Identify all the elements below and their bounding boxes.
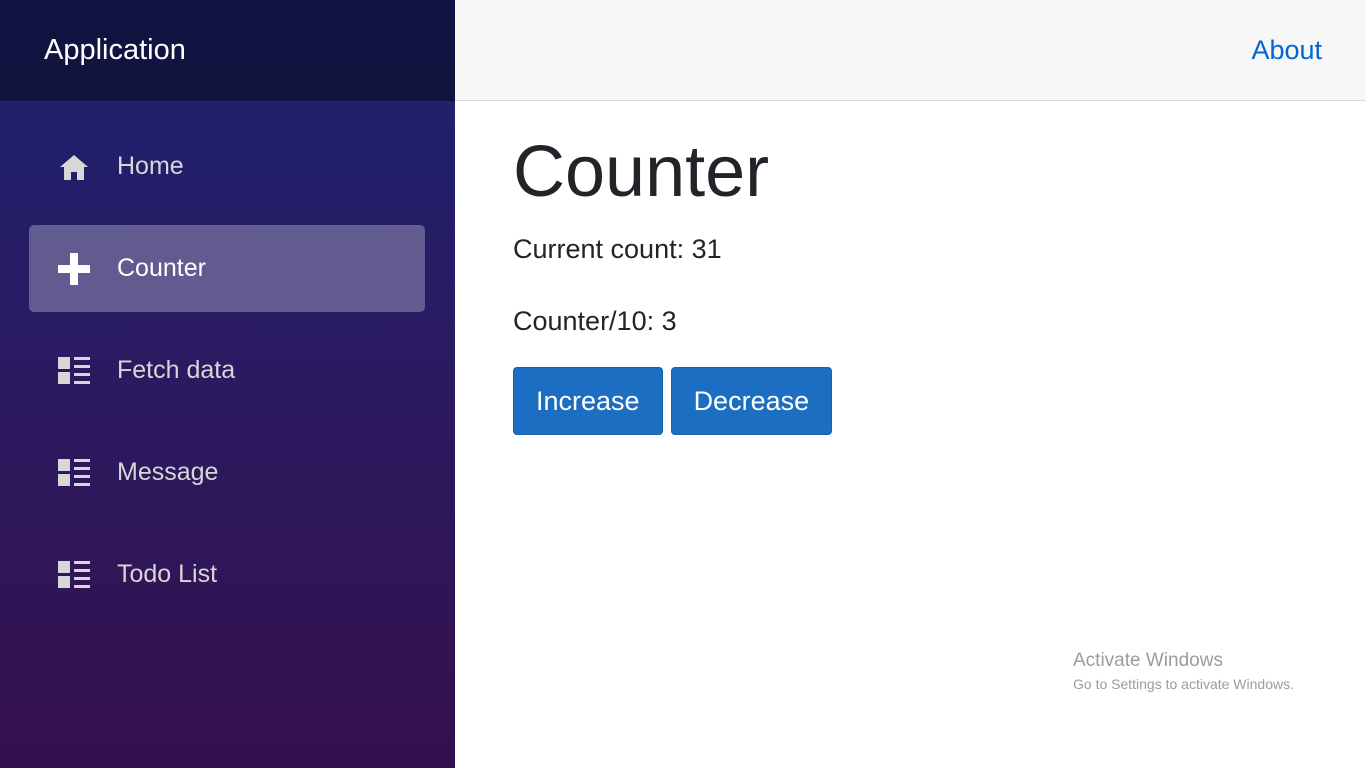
watermark-title: Activate Windows — [1073, 650, 1223, 671]
sidebar-item-label: Todo List — [117, 560, 218, 588]
sidebar-item-label: Counter — [117, 254, 206, 282]
plus-icon — [57, 252, 91, 285]
sidebar-item-fetch-data[interactable]: Fetch data — [29, 327, 425, 414]
sidebar-item-todo-list[interactable]: Todo List — [29, 531, 425, 618]
sidebar-item-label: Message — [117, 458, 219, 486]
sidebar-item-counter[interactable]: Counter — [29, 225, 425, 312]
brand-bar: Application — [0, 0, 455, 101]
home-icon — [57, 152, 91, 182]
sidebar-item-label: Home — [117, 152, 184, 180]
page-content: Counter Current count: 31 Counter/10: 3 … — [455, 101, 1366, 436]
top-bar: About — [455, 0, 1366, 101]
decrease-button[interactable]: Decrease — [670, 367, 833, 436]
main-area: About Counter Current count: 31 Counter/… — [455, 0, 1366, 768]
app-window: Application Home Counter Fetch data Mess… — [0, 0, 1366, 768]
increase-button[interactable]: Increase — [513, 367, 663, 436]
activation-watermark: Activate Windows Go to Settings to activ… — [1073, 650, 1294, 692]
watermark-subtitle: Go to Settings to activate Windows. — [1073, 676, 1294, 692]
current-count-text: Current count: 31 — [513, 233, 722, 264]
list-icon — [57, 560, 91, 590]
counter-div-ten-text: Counter/10: 3 — [513, 305, 677, 336]
sidebar-item-home[interactable]: Home — [29, 123, 425, 210]
about-link[interactable]: About — [1251, 35, 1322, 66]
page-title: Counter — [513, 132, 770, 212]
sidebar-item-label: Fetch data — [117, 356, 236, 384]
sidebar-item-message[interactable]: Message — [29, 429, 425, 516]
nav-menu: Home Counter Fetch data Message Todo Lis… — [0, 101, 455, 618]
list-icon — [57, 356, 91, 386]
list-icon — [57, 458, 91, 488]
brand-link[interactable]: Application — [44, 34, 186, 67]
button-row: Increase Decrease — [513, 367, 1366, 436]
sidebar: Application Home Counter Fetch data Mess… — [0, 0, 455, 768]
